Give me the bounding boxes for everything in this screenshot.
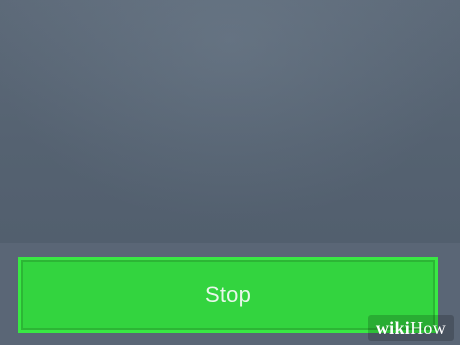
stop-button-label: Stop bbox=[204, 282, 252, 307]
watermark-part2: How bbox=[410, 317, 446, 338]
screen-area bbox=[0, 0, 460, 243]
watermark-logo: wiki How bbox=[367, 315, 454, 341]
watermark-part1: wiki bbox=[375, 317, 411, 338]
